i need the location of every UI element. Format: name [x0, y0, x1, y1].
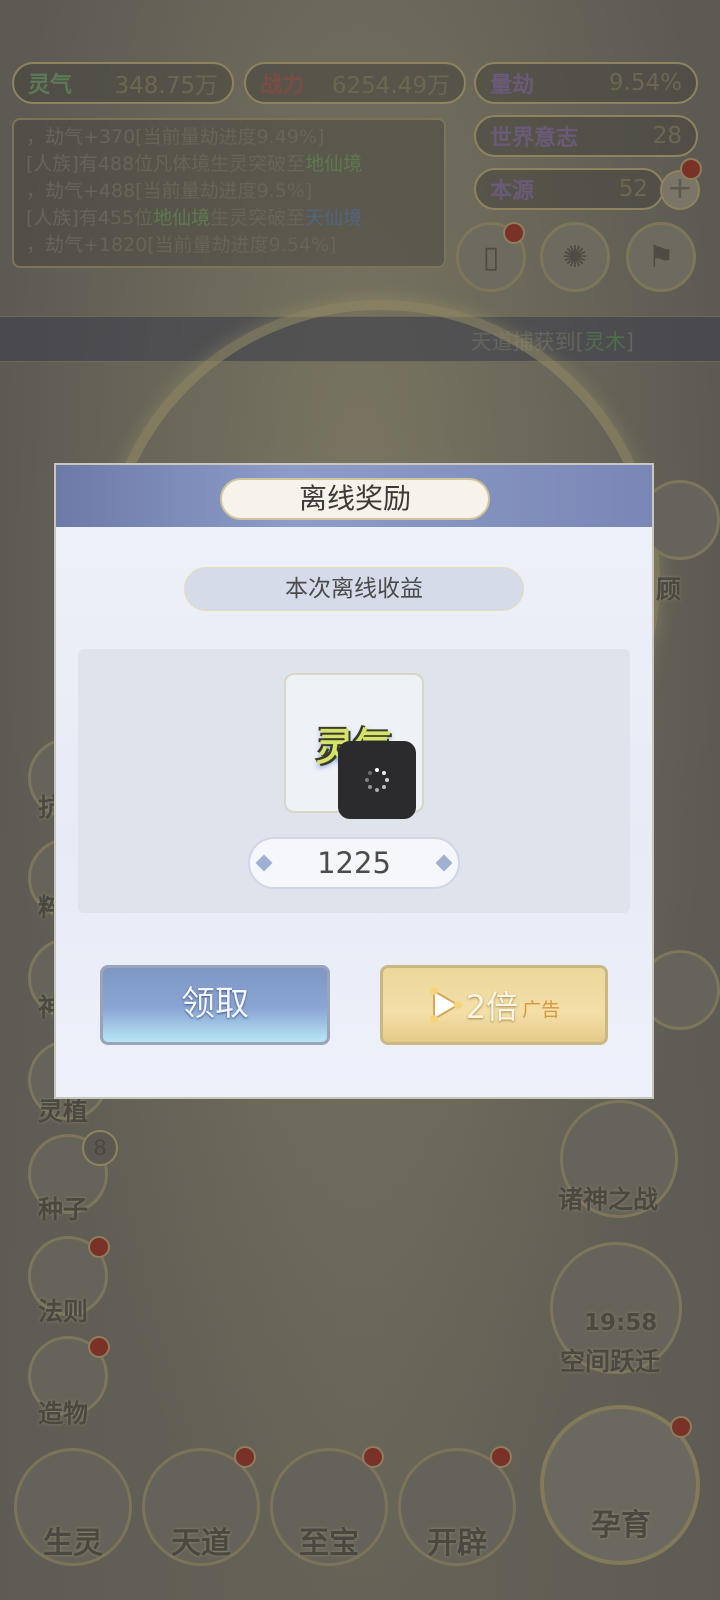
notification-dot — [362, 1446, 384, 1468]
notification-dot — [680, 158, 702, 180]
stat-world-will-value: 28 — [652, 123, 682, 149]
law-label: 法则 — [38, 1297, 89, 1326]
log-line: [人族]有455位地仙境生灵突破至天仙境 — [26, 207, 363, 229]
stat-lingqi-value: 348.75万 — [114, 73, 218, 99]
reward-amount: 1225 — [248, 837, 460, 889]
nav-life-label: 生灵 — [43, 1526, 103, 1561]
stat-world-will[interactable]: 世界意志 28 — [474, 115, 698, 157]
ad-label: 广告 — [522, 998, 561, 1021]
notification-dot — [234, 1446, 256, 1468]
gods-war-label: 诸神之战 — [558, 1185, 659, 1214]
stat-world-will-label: 世界意志 — [490, 126, 579, 151]
swirl-icon[interactable]: ✺ — [540, 222, 610, 292]
seed-count-badge: 8 — [82, 1130, 118, 1166]
reward-amount-value: 1225 — [317, 846, 391, 880]
nav-heaven-label: 天道 — [171, 1526, 231, 1561]
diamond-icon — [255, 854, 273, 872]
space-jump-timer: 19:58 — [584, 1310, 658, 1336]
play-icon — [429, 987, 462, 1023]
diamond-icon — [435, 854, 453, 872]
stat-liangjie[interactable]: 量劫 9.54% — [474, 62, 698, 104]
log-line: ，劫气+370[当前量劫进度9.49%] — [26, 126, 325, 148]
seed-label: 种子 — [38, 1195, 89, 1224]
notification-dot — [490, 1446, 512, 1468]
event-log: ，劫气+370[当前量劫进度9.49%] [人族]有488位凡体境生灵突破至地仙… — [12, 118, 446, 268]
loading-indicator — [338, 741, 416, 819]
space-jump-label: 空间跃迁 — [560, 1347, 661, 1376]
nav-treasure-label: 至宝 — [299, 1526, 359, 1561]
log-line: [人族]有488位凡体境生灵突破至地仙境 — [26, 153, 363, 175]
offline-reward-dialog: 离线奖励 本次离线收益 灵气 1225 — [54, 463, 654, 1099]
nav-open-label: 开辟 — [427, 1526, 487, 1561]
dialog-subtitle: 本次离线收益 — [184, 567, 524, 611]
dialog-header: 离线奖励 — [56, 465, 652, 527]
stat-zhanli-value: 6254.49万 — [331, 73, 450, 99]
notification-dot — [88, 1336, 110, 1358]
stat-liangjie-label: 量劫 — [490, 73, 535, 98]
spinner-icon — [365, 768, 389, 792]
claim-button[interactable]: 领取 — [100, 965, 330, 1045]
stat-source-label: 本源 — [490, 179, 535, 204]
stat-zhanli-label: 战力 — [260, 73, 305, 98]
review-label: 顾 — [656, 575, 682, 604]
stat-lingqi-label: 灵气 — [28, 73, 73, 98]
stat-source[interactable]: 本源 52 — [474, 168, 664, 210]
dialog-title: 离线奖励 — [220, 478, 490, 520]
double-reward-ad-button[interactable]: 2倍 广告 — [380, 965, 608, 1045]
double-label: 2倍 — [465, 988, 519, 1026]
nav-nurture-label: 孕育 — [591, 1508, 651, 1543]
log-line: ，劫气+1820[当前量劫进度9.54%] — [26, 234, 337, 256]
notification-dot — [503, 222, 525, 244]
stat-source-value: 52 — [618, 176, 648, 202]
stat-lingqi[interactable]: 灵气 348.75万 — [12, 62, 234, 104]
stat-liangjie-value: 9.54% — [608, 70, 682, 96]
notification-dot — [670, 1416, 692, 1438]
log-line: ，劫气+488[当前量劫进度9.5%] — [26, 180, 313, 202]
creation-label: 造物 — [38, 1399, 89, 1428]
flag-icon[interactable]: ⚑ — [626, 222, 696, 292]
reward-panel: 灵气 1225 — [78, 649, 630, 913]
stat-zhanli[interactable]: 战力 6254.49万 — [244, 62, 466, 104]
notification-dot — [88, 1236, 110, 1258]
